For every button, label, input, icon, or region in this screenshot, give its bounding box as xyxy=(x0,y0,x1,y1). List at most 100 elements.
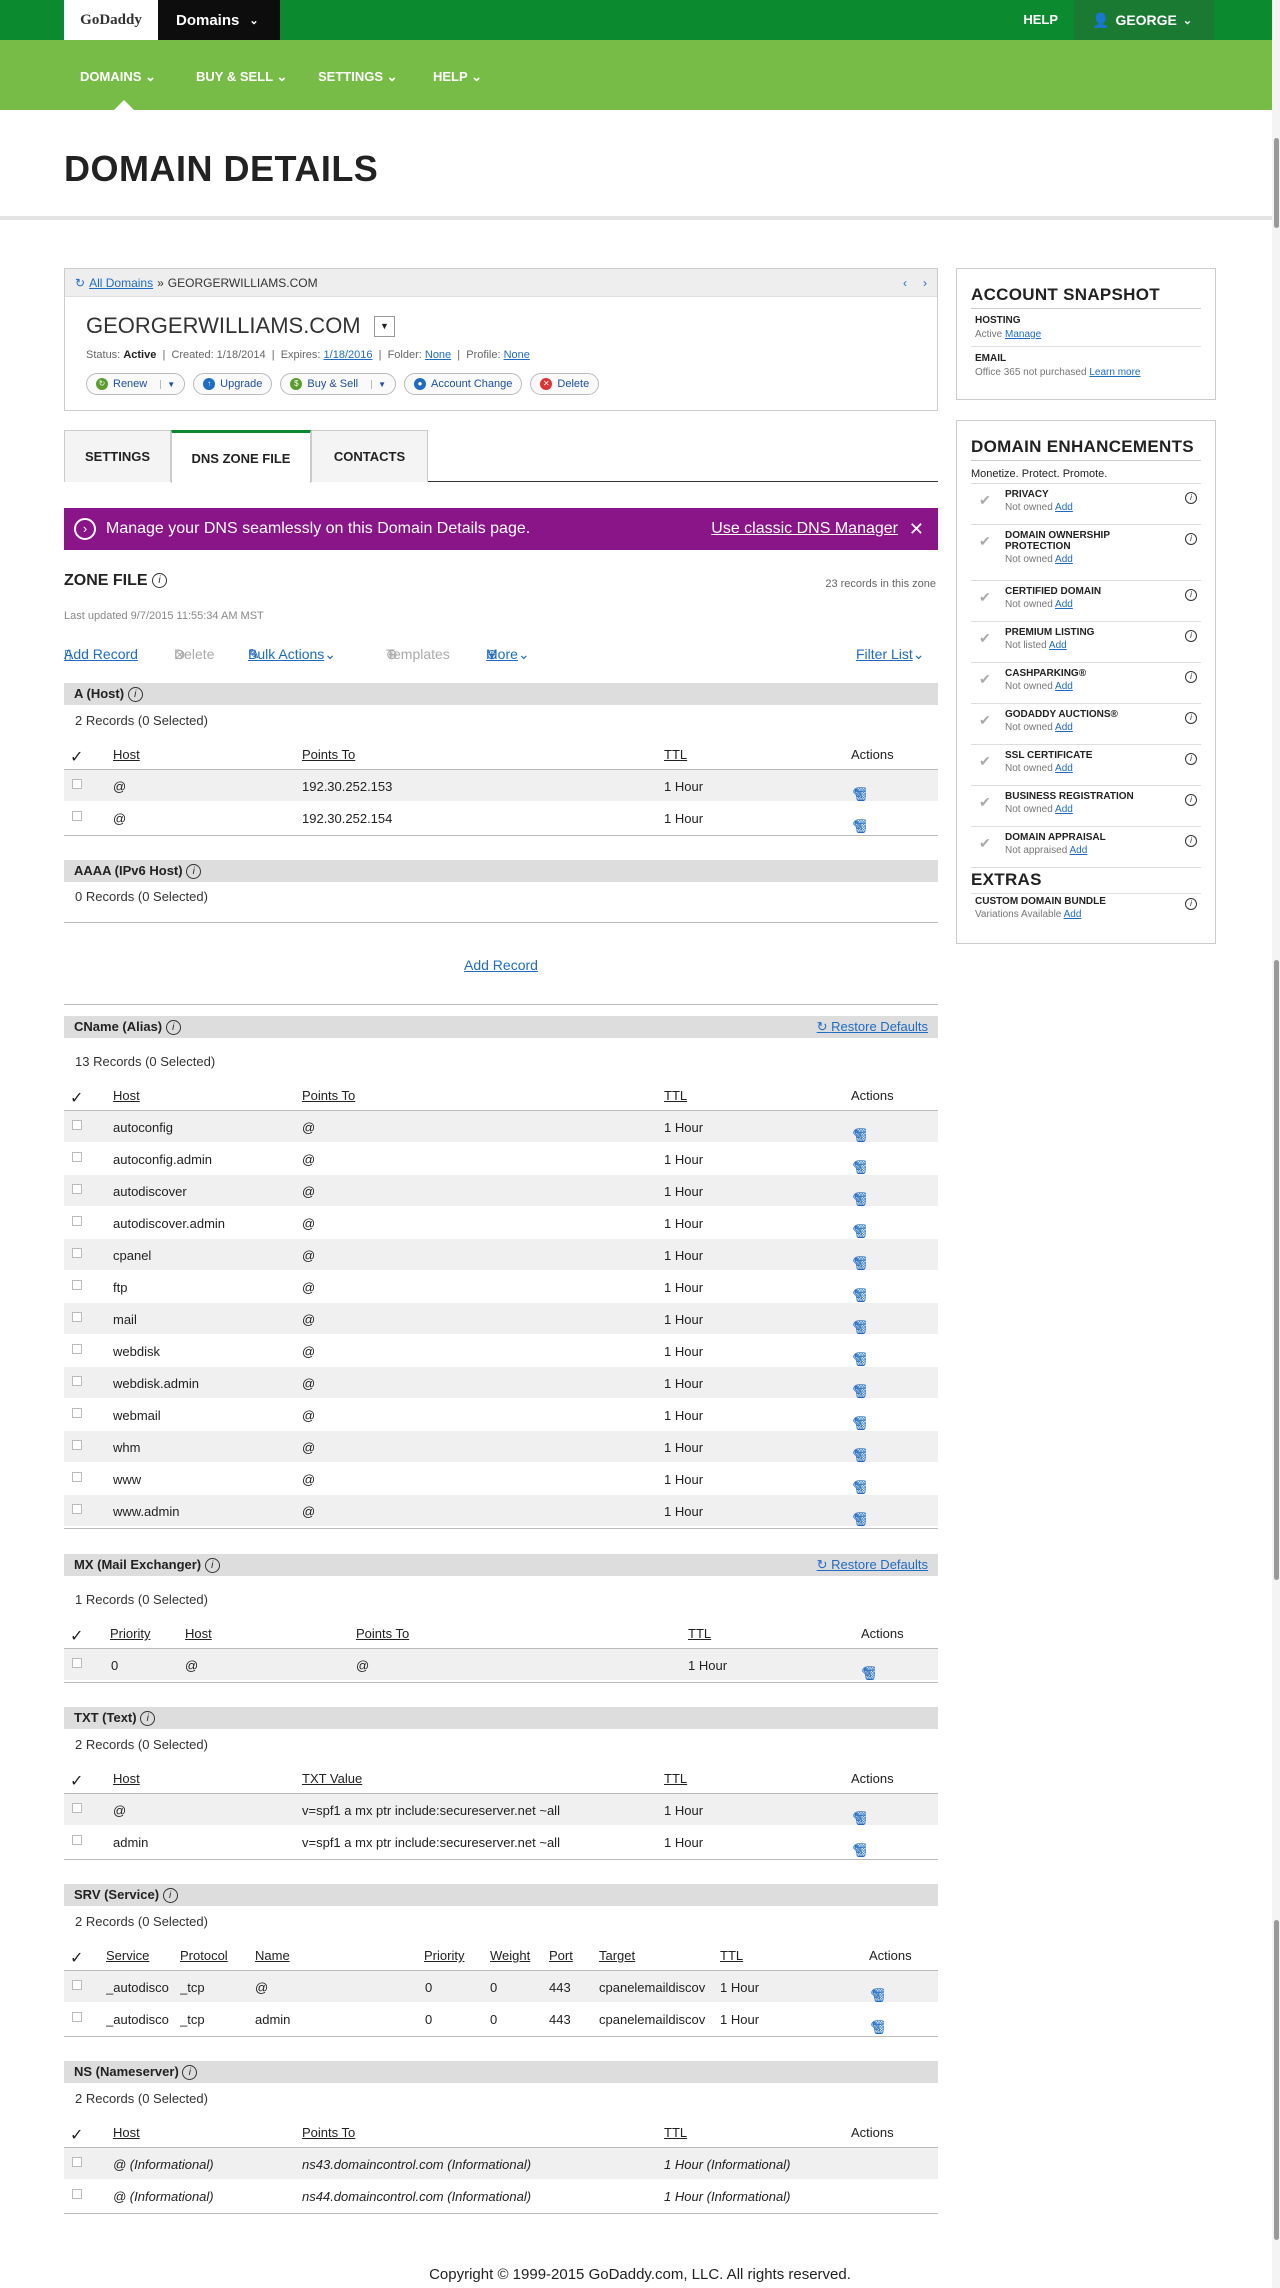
close-icon[interactable]: ✕ xyxy=(909,519,924,540)
info-icon[interactable]: i xyxy=(162,1888,178,1904)
more-button[interactable]: ⊕ More ⌄ xyxy=(486,646,530,662)
cname-restore-defaults[interactable]: ↻ Restore Defaults xyxy=(817,1016,928,1038)
ttl-header[interactable]: TTL xyxy=(688,1626,711,1641)
tab-contacts[interactable]: CONTACTS xyxy=(311,430,428,482)
info-icon[interactable]: i xyxy=(1185,492,1197,504)
txt-value-header[interactable]: TXT Value xyxy=(302,1771,362,1786)
row-checkbox[interactable] xyxy=(72,1504,82,1514)
priority-header[interactable]: Priority xyxy=(110,1626,150,1641)
trash-icon[interactable]: 🗑 xyxy=(852,1288,866,1302)
ttl-header[interactable]: TTL xyxy=(664,2125,687,2140)
prev-domain-icon[interactable]: ‹ xyxy=(903,276,907,290)
user-menu[interactable]: 👤 GEORGE ⌄ xyxy=(1074,0,1214,40)
row-checkbox[interactable] xyxy=(72,1344,82,1354)
info-icon[interactable]: i xyxy=(1185,794,1197,806)
row-checkbox[interactable] xyxy=(72,2189,82,2199)
select-all-checkbox[interactable]: ✓ xyxy=(70,1626,83,1646)
hosting-manage-link[interactable]: Manage xyxy=(1005,329,1041,340)
classic-dns-link[interactable]: Use classic DNS Manager xyxy=(711,520,898,538)
delete-domain-button[interactable]: ✕ Delete xyxy=(530,373,600,395)
info-icon[interactable]: i xyxy=(127,687,143,703)
host-header[interactable]: Host xyxy=(113,1771,140,1786)
ttl-header[interactable]: TTL xyxy=(664,1088,687,1103)
nav-buy-sell[interactable]: BUY & SELL ⌄ xyxy=(196,40,287,114)
add-link[interactable]: Add xyxy=(1055,804,1073,815)
profile-link[interactable]: None xyxy=(504,349,530,361)
ttl-header[interactable]: TTL xyxy=(720,1948,743,1963)
trash-icon[interactable]: 🗑 xyxy=(852,1843,866,1857)
trash-icon[interactable]: 🗑 xyxy=(870,2020,884,2034)
add-link[interactable]: Add xyxy=(1055,599,1073,610)
info-icon[interactable]: i xyxy=(1185,753,1197,765)
info-icon[interactable]: i xyxy=(182,2065,198,2081)
weight-header[interactable]: Weight xyxy=(490,1948,530,1963)
bulk-actions-button[interactable]: ✎ Bulk Actions ⌄ xyxy=(248,646,336,662)
enhancement-item[interactable]: ✔ CERTIFIED DOMAIN Not owned Add i xyxy=(971,581,1201,622)
trash-icon[interactable]: 🗑 xyxy=(852,1811,866,1825)
scrollbar-thumb[interactable] xyxy=(1274,1920,1279,2240)
enhancement-item[interactable]: ✔ DOMAIN APPRAISAL Not appraised Add i xyxy=(971,827,1201,868)
row-checkbox[interactable] xyxy=(72,1980,82,1990)
trash-icon[interactable]: 🗑 xyxy=(852,819,866,833)
renew-dropdown-icon[interactable]: ▼ xyxy=(160,379,175,389)
select-all-checkbox[interactable]: ✓ xyxy=(70,1088,83,1108)
enhancement-item[interactable]: ✔ CASHPARKING® Not owned Add i xyxy=(971,663,1201,704)
info-icon[interactable]: i xyxy=(1185,533,1197,545)
host-header[interactable]: Host xyxy=(113,2125,140,2140)
buy-sell-dropdown-icon[interactable]: ▼ xyxy=(371,379,386,389)
trash-icon[interactable]: 🗑 xyxy=(852,1224,866,1238)
info-icon[interactable]: i xyxy=(1185,589,1197,601)
trash-icon[interactable]: 🗑 xyxy=(852,1512,866,1526)
add-link[interactable]: Add xyxy=(1070,845,1088,856)
row-checkbox[interactable] xyxy=(72,1216,82,1226)
trash-icon[interactable]: 🗑 xyxy=(852,1448,866,1462)
row-checkbox[interactable] xyxy=(72,1408,82,1418)
trash-icon[interactable]: 🗑 xyxy=(861,1666,875,1680)
next-domain-icon[interactable]: › xyxy=(923,276,927,290)
trash-icon[interactable]: 🗑 xyxy=(852,1160,866,1174)
service-header[interactable]: Service xyxy=(106,1948,149,1963)
trash-icon[interactable]: 🗑 xyxy=(870,1988,884,2002)
mx-restore-defaults[interactable]: ↻ Restore Defaults xyxy=(817,1554,928,1576)
renew-button[interactable]: ↻ Renew ▼ xyxy=(86,373,186,395)
row-checkbox[interactable] xyxy=(72,1120,82,1130)
trash-icon[interactable]: 🗑 xyxy=(852,1256,866,1270)
host-header[interactable]: Host xyxy=(113,747,140,762)
points-to-header[interactable]: Points To xyxy=(302,2125,355,2140)
row-checkbox[interactable] xyxy=(72,1835,82,1845)
upgrade-button[interactable]: ↑ Upgrade xyxy=(193,373,273,395)
folder-link[interactable]: None xyxy=(425,349,451,361)
add-link[interactable]: Add xyxy=(1055,681,1073,692)
all-domains-link[interactable]: All Domains xyxy=(89,276,153,290)
trash-icon[interactable]: 🗑 xyxy=(852,1480,866,1494)
add-link[interactable]: Add xyxy=(1055,763,1073,774)
expires-link[interactable]: 1/18/2016 xyxy=(324,349,373,361)
row-checkbox[interactable] xyxy=(72,811,82,821)
info-icon[interactable]: i xyxy=(140,1711,156,1727)
info-icon[interactable]: i xyxy=(152,573,168,589)
trash-icon[interactable]: 🗑 xyxy=(852,1320,866,1334)
trash-icon[interactable]: 🗑 xyxy=(852,787,866,801)
aaaa-add-record-link[interactable]: Add Record xyxy=(464,957,538,973)
enhancement-item[interactable]: ✔ BUSINESS REGISTRATION Not owned Add i xyxy=(971,786,1201,827)
row-checkbox[interactable] xyxy=(72,1152,82,1162)
target-header[interactable]: Target xyxy=(599,1948,635,1963)
info-icon[interactable]: i xyxy=(1185,712,1197,724)
enhancement-item[interactable]: ✔ SSL CERTIFICATE Not owned Add i xyxy=(971,745,1201,786)
select-all-checkbox[interactable]: ✓ xyxy=(70,1771,83,1791)
buy-sell-button[interactable]: $ Buy & Sell ▼ xyxy=(280,373,397,395)
domain-menu-dropdown[interactable]: ▼ xyxy=(374,316,395,337)
scrollbar[interactable] xyxy=(1272,0,1280,2288)
info-icon[interactable]: i xyxy=(204,1558,220,1574)
trash-icon[interactable]: 🗑 xyxy=(852,1192,866,1206)
add-link[interactable]: Add xyxy=(1064,909,1082,920)
enhancement-item[interactable]: ✔ DOMAIN OWNERSHIP PROTECTION Not owned Ad… xyxy=(971,525,1201,581)
row-checkbox[interactable] xyxy=(72,1440,82,1450)
enhancement-item[interactable]: ✔ PRIVACY Not owned Add i xyxy=(971,484,1201,525)
domains-dropdown[interactable]: Domains ⌄ xyxy=(158,0,280,40)
tab-settings[interactable]: SETTINGS xyxy=(64,430,171,482)
account-change-button[interactable]: ● Account Change xyxy=(404,373,523,395)
info-icon[interactable]: i xyxy=(1185,835,1197,847)
protocol-header[interactable]: Protocol xyxy=(180,1948,228,1963)
info-icon[interactable]: i xyxy=(186,864,202,880)
